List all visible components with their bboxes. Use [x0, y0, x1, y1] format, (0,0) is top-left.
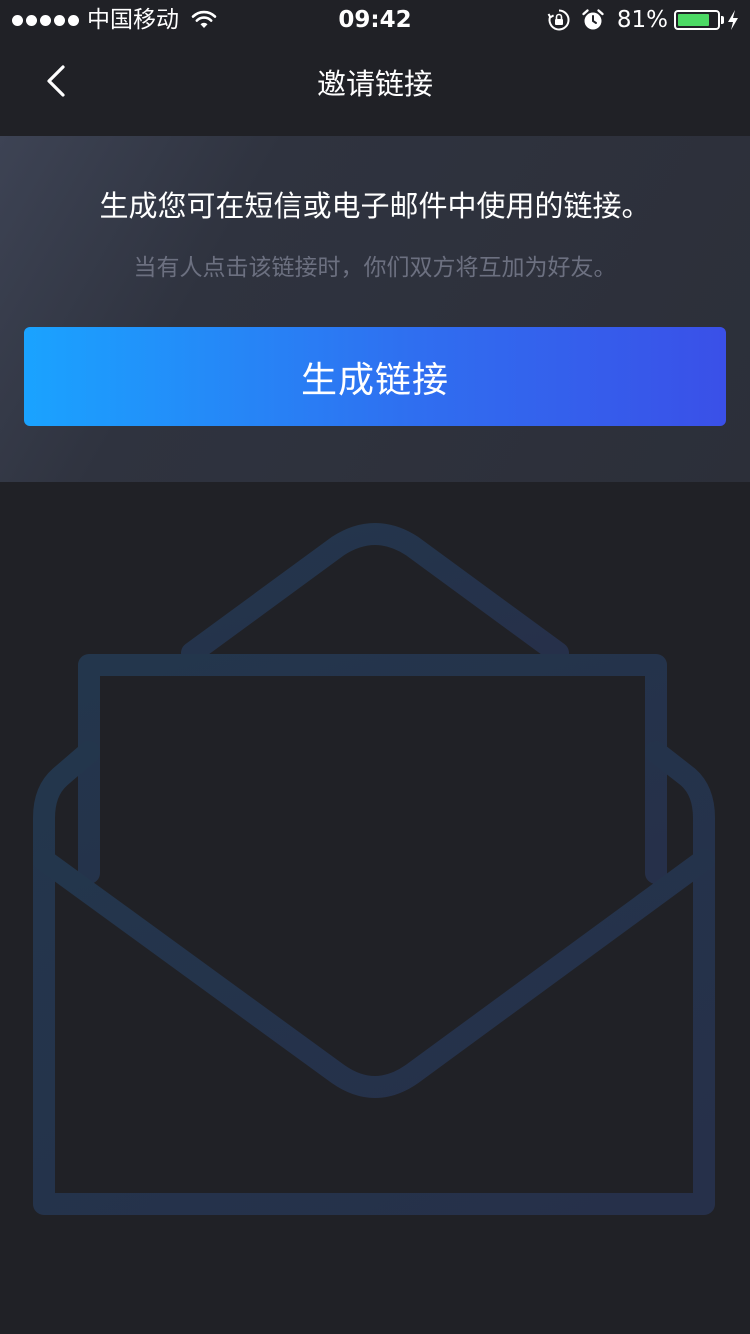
- battery-fill: [678, 14, 709, 26]
- battery-icon: [674, 10, 724, 30]
- invite-link-panel: 生成您可在短信或电子邮件中使用的链接。 当有人点击该链接时，你们双方将互加为好友…: [0, 136, 750, 482]
- panel-subtext: 当有人点击该链接时，你们双方将互加为好友。: [133, 255, 617, 281]
- panel-heading: 生成您可在短信或电子邮件中使用的链接。: [99, 189, 651, 223]
- status-right: 81%: [547, 6, 740, 34]
- battery-percent: 81%: [616, 7, 668, 33]
- generate-link-button[interactable]: 生成链接: [24, 327, 726, 426]
- rotation-lock-icon: [547, 9, 570, 31]
- status-bar: 中国移动 09:42 81%: [0, 0, 750, 40]
- generate-link-label: 生成链接: [300, 359, 449, 401]
- alarm-icon: [582, 9, 604, 30]
- navigation-bar: 邀请链接: [0, 40, 750, 136]
- charging-bolt-icon: [728, 10, 738, 30]
- page-title: 邀请链接: [316, 67, 433, 101]
- envelope-plus-icon: [33, 523, 715, 1215]
